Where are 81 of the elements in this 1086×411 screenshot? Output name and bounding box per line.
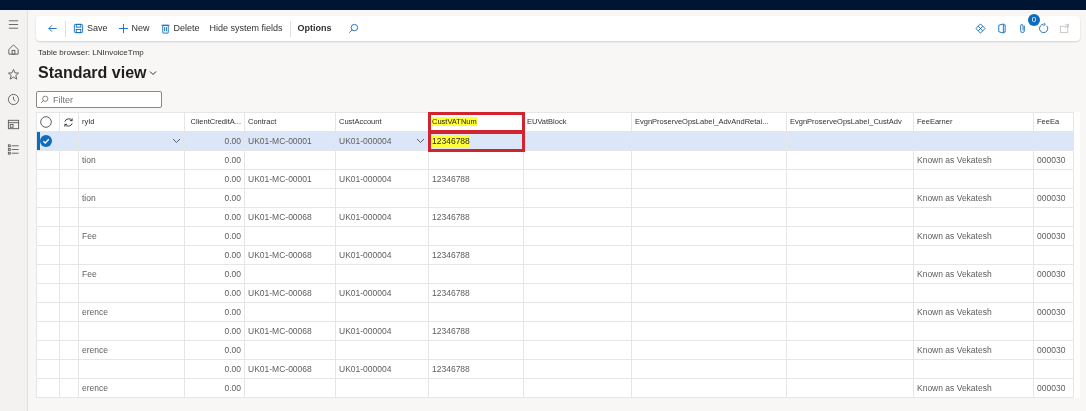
table-cell: 12346788 [432, 248, 470, 262]
count-badge: 0 [1028, 14, 1040, 26]
table-cell: 000030 [1037, 343, 1066, 357]
table-cell: UK01-000004 [339, 362, 392, 376]
table-cell: 000030 [1037, 267, 1066, 281]
office-icon[interactable] [996, 23, 1007, 34]
table-cell: UK01-000004 [339, 324, 392, 338]
refresh-icon[interactable] [1038, 23, 1049, 34]
table-cell: UK01-MC-00068 [248, 286, 312, 300]
table-cell: tion [82, 153, 96, 167]
table-cell: 0.00 [224, 324, 241, 338]
delete-button[interactable]: Delete [154, 19, 205, 38]
options-button[interactable]: Options [292, 19, 337, 38]
table-cell: Known as Vekatesh [917, 267, 992, 281]
table-cell: Known as Vekatesh [917, 229, 992, 243]
table-cell: 000030 [1037, 191, 1066, 205]
table-cell: 12346788 [432, 286, 470, 300]
table-cell: 000030 [1037, 381, 1066, 395]
chevron-down-icon [149, 69, 158, 77]
table-cell: 0.00 [224, 153, 241, 167]
table-cell: UK01-MC-00068 [248, 324, 312, 338]
table-cell: 0.00 [224, 191, 241, 205]
table-cell: UK01-MC-00001 [248, 134, 312, 148]
plus-icon [117, 23, 129, 34]
table-cell: Known as Vekatesh [917, 191, 992, 205]
table-cell: Fee [82, 267, 97, 281]
table-cell: UK01-MC-00068 [248, 210, 312, 224]
breadcrumb: Table browser: LNInvoiceTmp [38, 47, 145, 59]
save-button[interactable]: Save [68, 19, 113, 38]
table-cell: tion [82, 191, 96, 205]
table-cell: UK01-000004 [339, 134, 392, 148]
table-cell: 0.00 [224, 172, 241, 186]
table-cell: erence [82, 381, 108, 395]
table-cell: 0.00 [224, 134, 241, 148]
paperclip-icon[interactable] [1017, 23, 1028, 34]
table-cell: 0.00 [224, 343, 241, 357]
dropdown-caret-icon[interactable] [416, 138, 425, 144]
table-cell: UK01-000004 [339, 286, 392, 300]
table-cell: 0.00 [224, 229, 241, 243]
diamond-icon[interactable] [975, 23, 986, 34]
table-cell: 0.00 [224, 381, 241, 395]
table-cell: UK01-000004 [339, 172, 392, 186]
hide-system-fields-button[interactable]: Hide system fields [204, 19, 288, 38]
table-cell: 0.00 [224, 267, 241, 281]
dropdown-caret-icon[interactable] [172, 138, 181, 144]
table-cell: erence [82, 305, 108, 319]
table-cell: UK01-MC-00068 [248, 248, 312, 262]
arrow-left-icon [47, 23, 58, 34]
row-checkbox[interactable] [40, 135, 52, 148]
table-cell: Known as Vekatesh [917, 381, 992, 395]
table-cell: 0.00 [224, 248, 241, 262]
table-cell: 000030 [1037, 153, 1066, 167]
table-cell: Fee [82, 229, 97, 243]
table-cell: 12346788 [432, 324, 470, 338]
view-selector[interactable]: Standard view [38, 61, 158, 85]
table-cell: UK01-000004 [339, 210, 392, 224]
select-all-radio[interactable] [40, 116, 52, 128]
table-cell: 0.00 [224, 305, 241, 319]
refresh-icon[interactable] [63, 116, 74, 128]
table-cell: 000030 [1037, 229, 1066, 243]
table-cell: erence [82, 343, 108, 357]
trash-icon [159, 23, 171, 34]
table-cell: Known as Vekatesh [917, 153, 992, 167]
table-cell: 000030 [1037, 305, 1066, 319]
table-cell: Known as Vekatesh [917, 343, 992, 357]
table-cell: 12346788 [432, 134, 470, 148]
table-cell: Known as Vekatesh [917, 305, 992, 319]
table-cell: 0.00 [224, 362, 241, 376]
new-button[interactable]: New [112, 19, 155, 38]
table-cell: UK01-MC-00068 [248, 362, 312, 376]
table-cell: 0.00 [224, 210, 241, 224]
save-icon [73, 23, 84, 34]
table-cell: 12346788 [432, 210, 470, 224]
filter-field[interactable]: Filter [36, 91, 162, 108]
table-cell: 0.00 [224, 286, 241, 300]
table-cell: 12346788 [432, 172, 470, 186]
search-icon [347, 23, 359, 34]
search-icon [40, 95, 49, 104]
table-cell: UK01-MC-00001 [248, 172, 312, 186]
table-cell: 12346788 [432, 362, 470, 376]
table-cell: UK01-000004 [339, 248, 392, 262]
